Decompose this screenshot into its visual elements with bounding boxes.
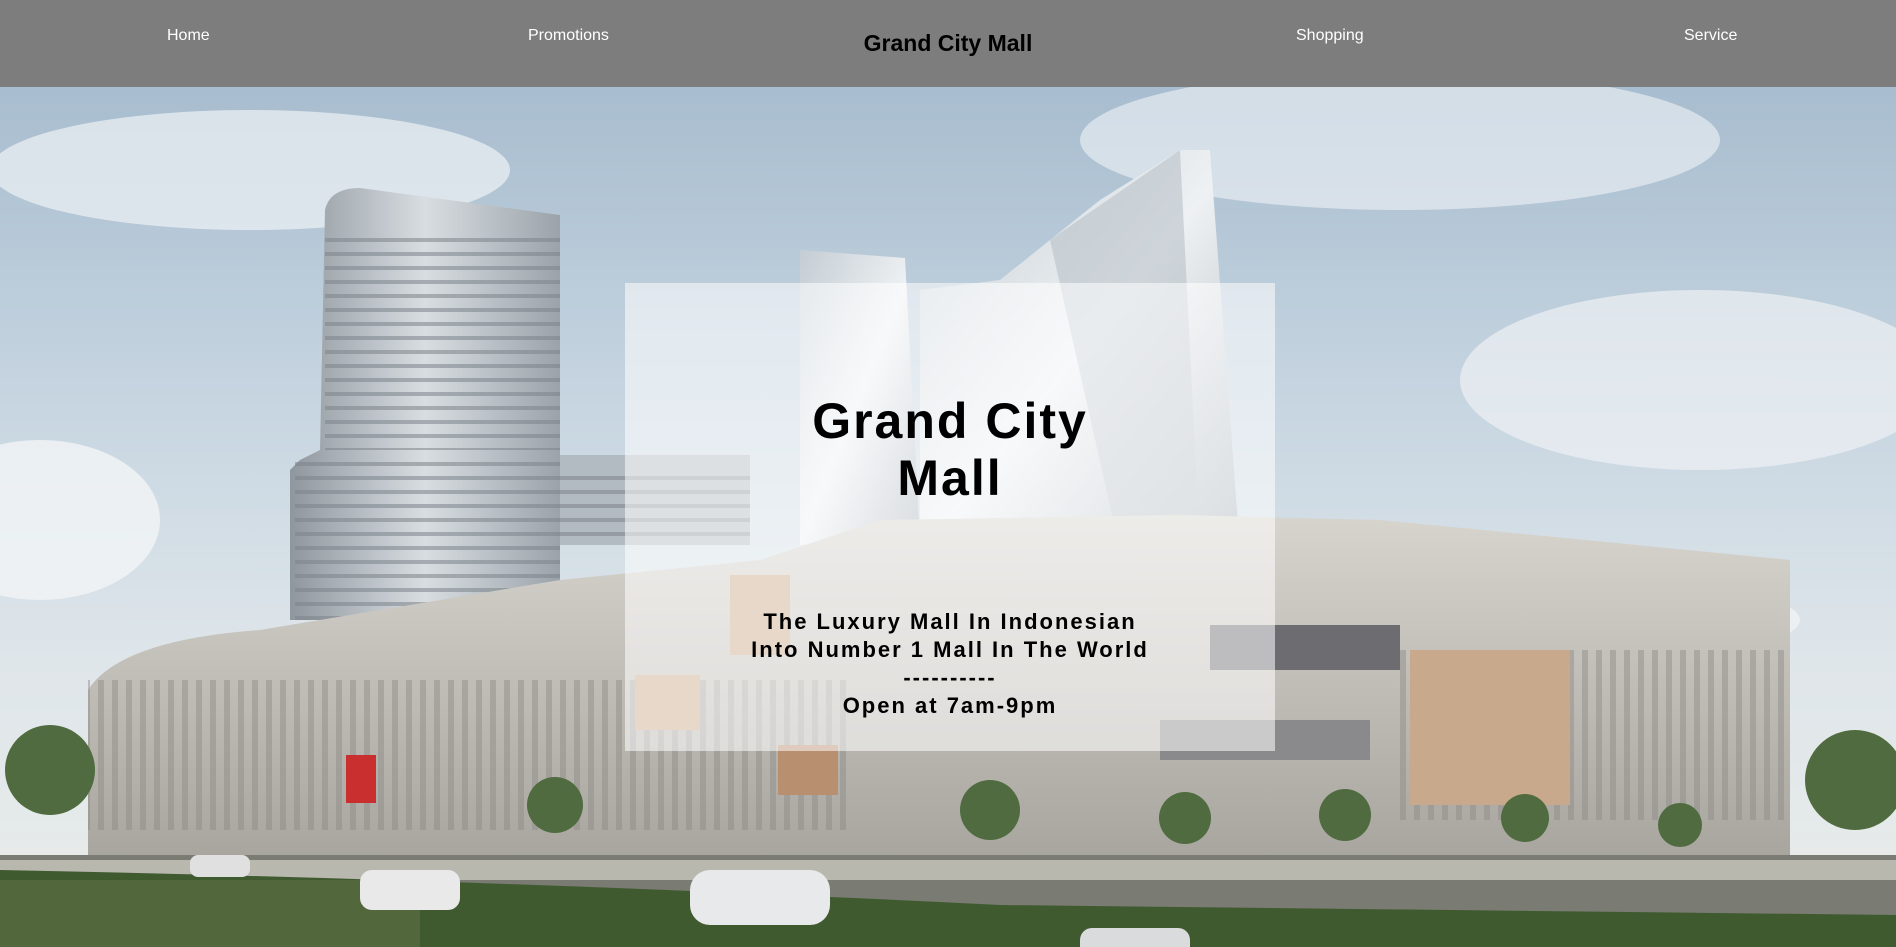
tagline-line1: The Luxury Mall In Indonesian [763, 609, 1137, 634]
opening-hours: Open at 7am-9pm [842, 693, 1058, 718]
nav-shopping-link[interactable]: Shopping [1296, 27, 1364, 45]
tagline-line2: Into Number 1 Mall In The World [751, 637, 1149, 662]
nav-home-link[interactable]: Home [167, 27, 210, 45]
nav-service-link[interactable]: Service [1684, 27, 1737, 45]
top-navbar: Home Promotions Grand City Mall Shopping… [0, 0, 1896, 87]
hero-card: Grand City Mall The Luxury Mall In Indon… [625, 283, 1275, 751]
hero-tagline: The Luxury Mall In Indonesian Into Numbe… [625, 608, 1275, 720]
page: Home Promotions Grand City Mall Shopping… [0, 0, 1896, 947]
tagline-divider: ---------- [903, 665, 997, 690]
nav-promotions-link[interactable]: Promotions [528, 27, 609, 45]
hero-title-line1: Grand City [812, 393, 1088, 449]
hero-title-line2: Mall [897, 450, 1003, 506]
brand-title[interactable]: Grand City Mall [862, 30, 1034, 57]
hero-title: Grand City Mall [625, 393, 1275, 507]
